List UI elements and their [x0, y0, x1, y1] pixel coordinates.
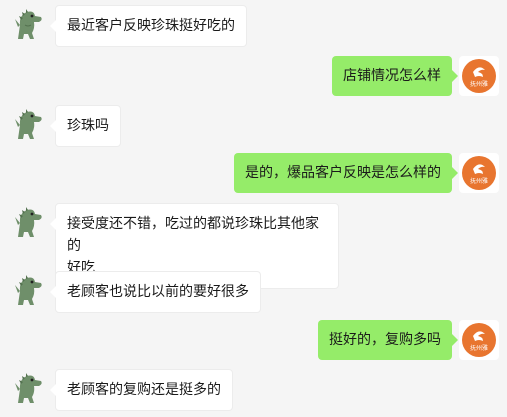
- dinosaur-avatar-icon[interactable]: [8, 271, 48, 311]
- shop-logo-icon[interactable]: 抚州雅: [459, 56, 499, 96]
- message-row-incoming: 珍珠吗: [0, 105, 507, 147]
- message-bubble[interactable]: 店铺情况怎么样: [332, 56, 458, 96]
- message-row-incoming: 接受度还不错，吃过的都说珍珠比其他家的 好吃: [0, 203, 507, 289]
- message-bubble[interactable]: 珍珠吗: [50, 105, 121, 147]
- message-row-outgoing: 店铺情况怎么样 抚州雅: [0, 56, 507, 96]
- dinosaur-avatar-icon[interactable]: [8, 105, 48, 145]
- shop-logo-text: 抚州雅: [470, 80, 488, 88]
- message-row-incoming: 老顾客也说比以前的要好很多: [0, 271, 507, 313]
- dinosaur-avatar-icon[interactable]: [8, 5, 48, 45]
- message-bubble[interactable]: 最近客户反映珍珠挺好吃的: [50, 5, 247, 47]
- shop-logo-icon[interactable]: 抚州雅: [459, 153, 499, 193]
- shop-logo-text: 抚州雅: [470, 177, 488, 185]
- dinosaur-avatar-icon[interactable]: [8, 369, 48, 409]
- message-bubble[interactable]: 老顾客也说比以前的要好很多: [50, 271, 261, 313]
- shop-logo-icon[interactable]: 抚州雅: [459, 320, 499, 360]
- message-row-incoming: 老顾客的复购还是挺多的: [0, 369, 507, 411]
- shop-logo-text: 抚州雅: [470, 344, 488, 352]
- dinosaur-avatar-icon[interactable]: [8, 203, 48, 243]
- message-bubble[interactable]: 是的，爆品客户反映是怎么样的: [234, 153, 458, 193]
- message-bubble[interactable]: 挺好的，复购多吗: [318, 320, 458, 360]
- message-bubble[interactable]: 老顾客的复购还是挺多的: [50, 369, 233, 411]
- message-row-outgoing: 是的，爆品客户反映是怎么样的 抚州雅: [0, 153, 507, 193]
- message-row-outgoing: 挺好的，复购多吗 抚州雅: [0, 320, 507, 360]
- message-row-incoming: 最近客户反映珍珠挺好吃的: [0, 5, 507, 47]
